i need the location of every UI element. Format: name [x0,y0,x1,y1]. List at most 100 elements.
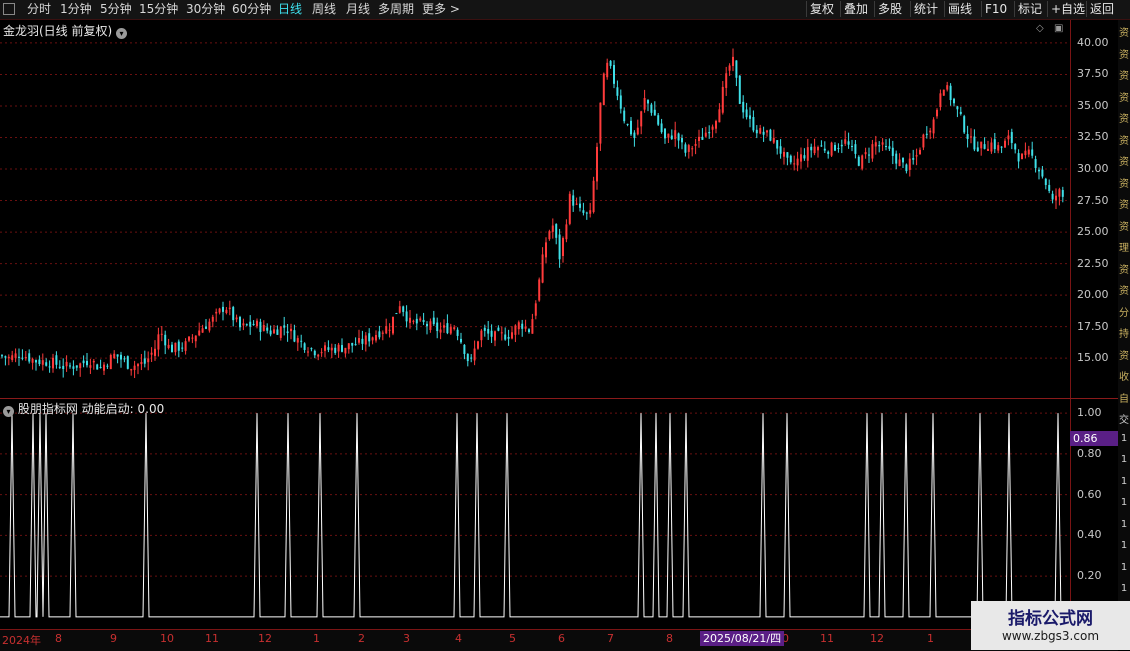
chevron-down-icon[interactable]: ▾ [3,406,14,417]
period-tab[interactable]: 分时 [27,2,51,17]
indicator-title-text: 股朋指标网 动能启动: 0.00 [17,402,165,416]
candle-body [31,358,34,363]
side-panel-label[interactable]: 1 [1118,583,1130,594]
side-panel-label[interactable]: 资 [1118,175,1130,190]
candle-body [266,327,269,331]
side-panel-label[interactable]: 1 [1118,540,1130,551]
side-panel-label[interactable]: 收 [1118,368,1130,383]
side-panel-label[interactable]: 资 [1118,89,1130,104]
candle-body [1038,169,1040,172]
toolbar-button[interactable]: 叠加 [840,1,871,17]
candle-body [643,97,646,110]
toolbar-button[interactable]: +自选 [1047,1,1088,17]
toolbar-button[interactable]: 统计 [910,1,941,17]
candle-body [613,65,615,84]
candle-body [439,329,442,333]
period-tab[interactable]: 月线 [346,2,370,17]
candle-body [1027,149,1030,155]
period-tab[interactable]: 60分钟 [232,2,271,17]
candle-body [1048,184,1051,191]
candle-body [575,203,578,205]
candle-body [715,121,717,129]
side-panel-label[interactable]: 资 [1118,24,1130,39]
candle-body [269,330,272,335]
side-panel-label[interactable]: 资 [1118,153,1130,168]
candle-body [1055,195,1057,201]
candle-body [511,332,513,339]
candle-body [728,65,731,71]
candle-body [589,210,592,214]
period-tab[interactable]: 15分钟 [139,2,178,17]
side-panel-label[interactable]: 资 [1118,282,1130,297]
candle-body [398,306,401,313]
candle-body [7,356,10,359]
toolbar-button[interactable]: 返回 [1086,1,1117,17]
side-panel-label[interactable]: 资 [1118,261,1130,276]
window-icon[interactable] [3,3,15,15]
candle-body [409,317,411,323]
side-panel-label[interactable]: 资 [1118,218,1130,233]
indicator-chart[interactable] [0,399,1070,629]
window-icon[interactable]: ▣ [1054,23,1063,34]
date-axis: 2024年 8 9 10 11 12 1 2 3 4 5 6 7 8 0 11 12 1 2025/08/21/四 [0,629,1118,651]
side-panel-label[interactable]: 资 [1118,347,1130,362]
side-panel-label[interactable]: 资 [1118,67,1130,82]
toolbar-button[interactable]: 多股 [874,1,905,17]
side-panel-label[interactable]: 1 [1118,562,1130,573]
diamond-icon[interactable]: ◇ [1036,23,1044,34]
side-panel-label[interactable]: 1 [1118,433,1130,444]
candle-body [810,146,813,151]
side-panel-label[interactable]: 1 [1118,519,1130,530]
candle-body [205,326,207,329]
cursor-date-tag: 2025/08/21/四 [700,631,785,646]
candle-body [915,155,918,157]
candle-body [456,329,459,336]
candle-body [466,353,469,362]
candle-body [460,338,462,343]
side-panel-label[interactable]: 资 [1118,110,1130,125]
side-panel-label[interactable]: 资 [1118,46,1130,61]
candle-body [242,323,245,326]
side-panel-label[interactable]: 1 [1118,476,1130,487]
toolbar-button[interactable]: 画线 [944,1,975,17]
candle-body [378,331,381,338]
side-panel-label[interactable]: 分 [1118,304,1130,319]
candle-body [480,330,483,341]
candle-body [1034,159,1037,168]
toolbar-button[interactable]: F10 [981,1,1010,17]
candle-body [137,364,139,367]
toolbar-button[interactable]: 复权 [806,1,837,17]
period-tab[interactable]: 日线 [278,2,302,17]
period-tab[interactable]: 30分钟 [186,2,225,17]
side-panel-label[interactable]: 交 [1118,411,1130,426]
candle-body [470,357,473,359]
toolbar-button[interactable]: 标记 [1014,1,1045,17]
side-panel-label[interactable]: 持 [1118,325,1130,340]
candlestick-chart[interactable] [0,20,1070,398]
side-panel-label[interactable]: 自 [1118,390,1130,405]
candle-body [432,317,435,325]
side-panel-strip[interactable]: 资资资资资资资资资资理资资分持资收自交111111111 [1118,20,1130,630]
chevron-down-icon[interactable]: ▾ [116,28,128,39]
period-tab[interactable]: 1分钟 [60,2,92,17]
side-panel-label[interactable]: 资 [1118,132,1130,147]
candle-body [752,117,755,131]
candle-body [208,321,211,331]
side-panel-label[interactable]: 理 [1118,239,1130,254]
period-tab[interactable]: 更多 > [422,2,460,17]
candle-body [351,342,354,346]
date-axis-label: 7 [607,632,614,645]
candle-body [307,351,309,353]
candle-body [660,123,663,133]
side-panel-label[interactable]: 资 [1118,196,1130,211]
side-panel-label[interactable]: 1 [1118,497,1130,508]
candle-body [929,130,932,133]
date-axis-label: 12 [258,632,272,645]
candle-body [959,111,962,114]
candle-body [885,145,887,147]
period-tab[interactable]: 多周期 [378,2,414,17]
candle-body [956,106,959,110]
period-tab[interactable]: 5分钟 [100,2,132,17]
side-panel-label[interactable]: 1 [1118,454,1130,465]
period-tab[interactable]: 周线 [312,2,336,17]
